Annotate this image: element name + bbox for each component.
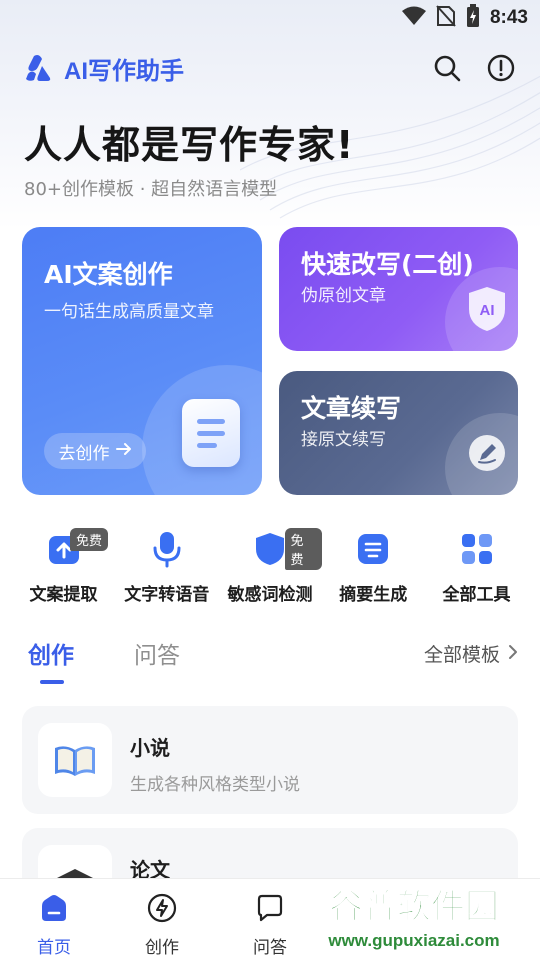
no-sim-icon [436, 5, 456, 31]
tab-indicator [40, 680, 64, 684]
hero-title: 人人都是写作专家! [24, 123, 355, 167]
site-watermark: 谷普软件园 www.gupuxiazai.com [327, 886, 499, 950]
status-time: 8:43 [489, 7, 528, 28]
tool-label: 文字转语音 [124, 585, 210, 605]
card-title: 快速改写(二创) [301, 250, 474, 279]
nav-label: 创作 [145, 938, 179, 958]
watermark-title: 谷普软件园 [329, 887, 499, 927]
tool-row: 免费 文案提取 文字转语音 免费 敏感词检测 摘要生成 全部工具 [12, 528, 528, 605]
hero-subtitle: 80+创作模板 · 超自然语言模型 [24, 179, 278, 200]
info-icon[interactable] [486, 53, 516, 83]
tab-create[interactable]: 创作 [28, 636, 74, 670]
ai-badge-text: AI [480, 302, 495, 319]
nav-home[interactable]: 首页 [0, 879, 108, 960]
content-tabs: 创作 问答 全部模板 [28, 636, 518, 686]
microphone-icon [150, 528, 184, 570]
list-item-subtitle: 生成各种风格类型小说 [130, 775, 300, 795]
card-title: 文章续写 [301, 394, 402, 423]
tool-label: 敏感词检测 [227, 585, 313, 605]
status-bar: 8:43 [0, 0, 540, 36]
list-item-title: 小说 [130, 736, 170, 760]
app-header: AI写作助手 [24, 48, 516, 88]
nav-label: 问答 [253, 938, 287, 958]
search-icon[interactable] [432, 53, 462, 83]
grid-icon [460, 528, 494, 570]
go-create-button[interactable]: 去创作 [44, 433, 146, 469]
rewrite-card[interactable]: 快速改写(二创) 伪原创文章 AI [279, 227, 518, 351]
book-icon [38, 723, 112, 797]
all-templates-link[interactable]: 全部模板 [424, 640, 518, 667]
arrow-right-icon [115, 441, 132, 461]
list-icon [356, 528, 390, 570]
tool-all-tools[interactable]: 全部工具 [425, 528, 528, 605]
battery-charging-icon [466, 4, 480, 32]
lightning-icon [147, 893, 177, 927]
ai-shield-icon: AI [465, 285, 509, 337]
tool-sensitive-word-check[interactable]: 免费 敏感词检测 [219, 528, 322, 605]
card-subtitle: 接原文续写 [301, 430, 386, 450]
tab-qa[interactable]: 问答 [134, 636, 180, 670]
tool-label: 文案提取 [29, 585, 98, 605]
pen-icon [467, 433, 507, 477]
nav-create[interactable]: 创作 [108, 879, 216, 960]
tool-label: 全部工具 [442, 585, 511, 605]
wifi-icon [401, 6, 426, 30]
chevron-right-icon [508, 643, 518, 665]
app-logo-icon [24, 54, 54, 82]
nav-label: 首页 [37, 938, 71, 958]
all-templates-label: 全部模板 [423, 644, 500, 666]
tool-label: 摘要生成 [339, 585, 408, 605]
chat-icon [255, 893, 285, 927]
list-item-novel[interactable]: 小说 生成各种风格类型小说 [22, 706, 518, 814]
shield-icon [254, 528, 286, 570]
home-icon [39, 893, 69, 927]
tool-summary[interactable]: 摘要生成 [322, 528, 425, 605]
watermark-url: www.gupuxiazai.com [327, 931, 499, 950]
continue-writing-card[interactable]: 文章续写 接原文续写 [279, 371, 518, 495]
card-title: AI文案创作 [44, 260, 173, 289]
ai-copywriting-card[interactable]: AI文案创作 一句话生成高质量文章 去创作 [22, 227, 262, 495]
card-subtitle: 伪原创文章 [301, 286, 386, 306]
document-icon [182, 399, 240, 467]
go-create-label: 去创作 [58, 443, 110, 464]
free-badge: 免费 [70, 528, 109, 551]
free-badge: 免费 [284, 528, 322, 570]
app-title: AI写作助手 [64, 57, 184, 85]
tool-text-to-speech[interactable]: 文字转语音 [115, 528, 218, 605]
tool-copy-extract[interactable]: 免费 文案提取 [12, 528, 115, 605]
card-subtitle: 一句话生成高质量文章 [44, 302, 214, 322]
